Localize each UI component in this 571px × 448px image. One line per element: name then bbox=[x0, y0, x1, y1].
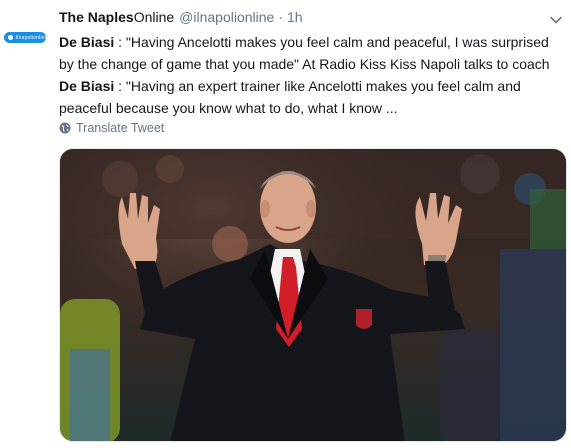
globe-icon bbox=[59, 122, 71, 134]
translate-tweet-link[interactable]: Translate Tweet bbox=[59, 120, 164, 136]
chevron-down-icon[interactable] bbox=[548, 12, 564, 28]
header-separator: · bbox=[278, 9, 284, 25]
user-handle[interactable]: @ilnapolionline bbox=[179, 9, 274, 25]
translate-label: Translate Tweet bbox=[76, 121, 165, 135]
tweet-header: The NaplesOnline @ilnapolionline · 1h bbox=[59, 9, 531, 29]
tweet-text: De Biasi : "Having Ancelotti makes you f… bbox=[59, 34, 550, 116]
tweet-photo[interactable] bbox=[59, 148, 567, 442]
mention-de-biasi: De Biasi bbox=[59, 34, 115, 50]
mention-de: De bbox=[59, 78, 77, 94]
avatar-logo-dot bbox=[8, 35, 13, 40]
tweet-timestamp[interactable]: 1h bbox=[287, 9, 303, 25]
mention-biasi: Biasi bbox=[80, 78, 115, 94]
profile-avatar[interactable]: ilnapolionline bbox=[4, 32, 46, 43]
avatar-logo-text: ilnapolionline bbox=[16, 34, 46, 41]
display-name[interactable]: The NaplesOnline bbox=[59, 9, 174, 25]
